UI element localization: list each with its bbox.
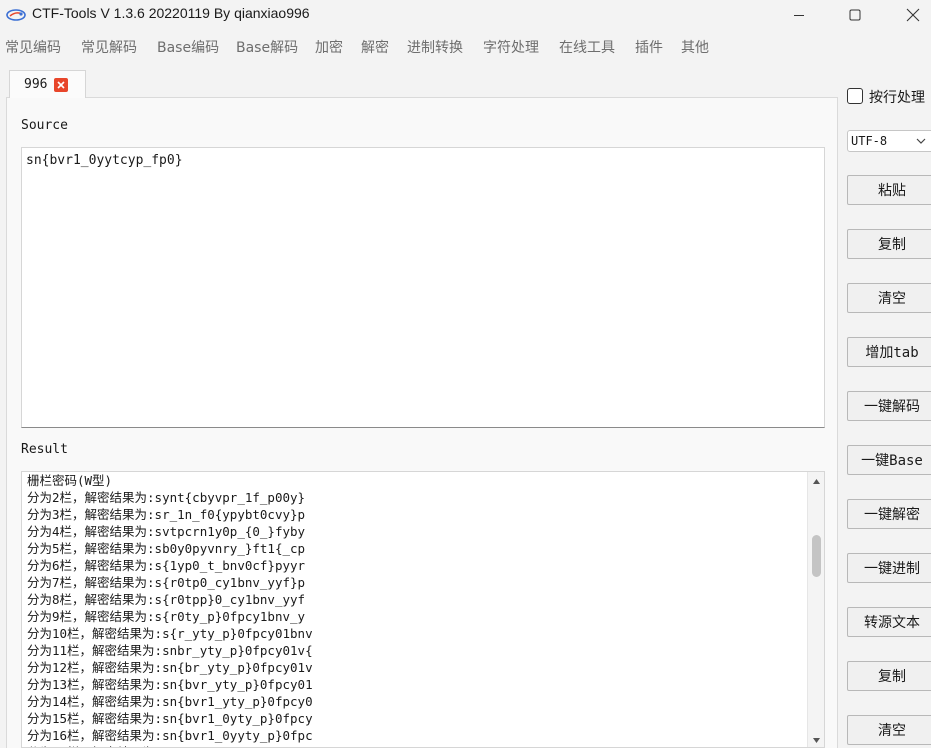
line-mode-checkbox[interactable] bbox=[847, 88, 863, 104]
close-icon bbox=[906, 8, 920, 22]
chevron-down-icon bbox=[916, 138, 926, 144]
menu-common-encode[interactable]: 常见编码 bbox=[5, 37, 61, 57]
result-line: 分为7栏，解密结果为:s{r0tp0_cy1bnv_yyf}p bbox=[27, 575, 306, 590]
clear-result-button[interactable]: 清空 bbox=[847, 715, 931, 745]
scroll-thumb[interactable] bbox=[812, 535, 821, 577]
line-mode-label[interactable]: 按行处理 bbox=[869, 87, 925, 107]
result-line: 分为3栏，解密结果为:sr_1n_f0{ypybt0cvy}p bbox=[27, 507, 306, 522]
result-line: 分为6栏，解密结果为:s{1yp0_t_bnv0cf}pyyr bbox=[27, 558, 306, 573]
result-line: 分为8栏，解密结果为:s{r0tpp}0_cy1bnv_yyf bbox=[27, 592, 306, 607]
copy-source-button[interactable]: 复制 bbox=[847, 229, 931, 259]
result-line: 分为11栏，解密结果为:snbr_yty_p}0fpcy01v{ bbox=[27, 643, 313, 658]
title-bar: CTF-Tools V 1.3.6 20220119 By qianxiao99… bbox=[0, 0, 931, 32]
result-lines: 栅栏密码(W型) 分为2栏，解密结果为:synt{cbyvpr_1f_p00y} 分… bbox=[27, 472, 807, 747]
scroll-down-icon[interactable] bbox=[812, 736, 821, 745]
menu-base-convert[interactable]: 进制转换 bbox=[407, 37, 463, 57]
one-click-decrypt-button[interactable]: 一键解密 bbox=[847, 499, 931, 529]
ctf-tools-app-icon bbox=[6, 9, 26, 21]
maximize-icon bbox=[849, 9, 861, 21]
paste-button[interactable]: 粘贴 bbox=[847, 175, 931, 205]
scroll-up-icon[interactable] bbox=[812, 477, 821, 486]
menu-other[interactable]: 其他 bbox=[681, 37, 709, 57]
result-line: 分为9栏，解密结果为:s{r0ty_p}0fpcy1bnv_y bbox=[27, 609, 306, 624]
result-label: Result bbox=[21, 442, 68, 457]
result-line: 分为14栏，解密结果为:sn{bvr1_yty_p}0fpcy0 bbox=[27, 694, 313, 709]
menu-common-decode[interactable]: 常见解码 bbox=[81, 37, 137, 57]
result-textarea[interactable]: 栅栏密码(W型) 分为2栏，解密结果为:synt{cbyvpr_1f_p00y} 分… bbox=[21, 471, 825, 748]
menu-base-decode[interactable]: Base解码 bbox=[236, 37, 298, 57]
menu-base-encode[interactable]: Base编码 bbox=[157, 37, 219, 57]
result-line: 栅栏密码(W型) bbox=[27, 473, 113, 488]
result-line: 分为17栏，解密结果为:sn{bvr1_0yytcy_p}0fp bbox=[27, 744, 807, 747]
minimize-icon bbox=[794, 15, 804, 16]
source-textarea[interactable] bbox=[21, 147, 825, 428]
tab-996[interactable]: 996 bbox=[9, 70, 86, 98]
menu-encrypt[interactable]: 加密 bbox=[315, 37, 343, 57]
result-line: 分为2栏，解密结果为:synt{cbyvpr_1f_p00y} bbox=[27, 490, 306, 505]
result-line: 分为12栏，解密结果为:sn{br_yty_p}0fpcy01v bbox=[27, 660, 313, 675]
one-click-decode-button[interactable]: 一键解码 bbox=[847, 391, 931, 421]
menu-online-tools[interactable]: 在线工具 bbox=[559, 37, 615, 57]
maximize-button[interactable] bbox=[832, 0, 878, 30]
copy-result-button[interactable]: 复制 bbox=[847, 661, 931, 691]
one-click-base-convert-button[interactable]: 一键进制 bbox=[847, 553, 931, 583]
tab-label: 996 bbox=[24, 77, 48, 92]
encoding-value: UTF-8 bbox=[851, 134, 888, 148]
result-line: 分为5栏，解密结果为:sb0y0pyvnry_}ft1{_cp bbox=[27, 541, 306, 556]
encoding-select[interactable]: UTF-8 bbox=[847, 130, 931, 152]
result-line: 分为13栏，解密结果为:sn{bvr_yty_p}0fpcy01 bbox=[27, 677, 313, 692]
result-line: 分为16栏，解密结果为:sn{bvr1_0yyty_p}0fpc bbox=[27, 728, 313, 743]
menu-string-process[interactable]: 字符处理 bbox=[483, 37, 539, 57]
close-tab-icon[interactable] bbox=[54, 78, 68, 92]
result-scrollbar[interactable] bbox=[807, 472, 824, 747]
result-line: 分为10栏，解密结果为:s{r_yty_p}0fpcy01bnv bbox=[27, 626, 313, 641]
source-label: Source bbox=[21, 118, 68, 133]
menu-decrypt[interactable]: 解密 bbox=[361, 37, 389, 57]
close-window-button[interactable] bbox=[890, 0, 931, 30]
to-source-text-button[interactable]: 转源文本 bbox=[847, 607, 931, 637]
menu-plugins[interactable]: 插件 bbox=[635, 37, 663, 57]
minimize-button[interactable] bbox=[776, 0, 822, 30]
add-tab-button[interactable]: 增加tab bbox=[847, 337, 931, 367]
result-line: 分为15栏，解密结果为:sn{bvr1_0yty_p}0fpcy bbox=[27, 711, 313, 726]
menu-bar: 常见编码 常见解码 Base编码 Base解码 加密 解密 进制转换 字符处理 … bbox=[0, 34, 931, 58]
result-line: 分为4栏，解密结果为:svtpcrn1y0p_{0_}fyby bbox=[27, 524, 306, 539]
window-title: CTF-Tools V 1.3.6 20220119 By qianxiao99… bbox=[32, 5, 310, 21]
clear-source-button[interactable]: 清空 bbox=[847, 283, 931, 313]
one-click-base-button[interactable]: 一键Base bbox=[847, 445, 931, 475]
